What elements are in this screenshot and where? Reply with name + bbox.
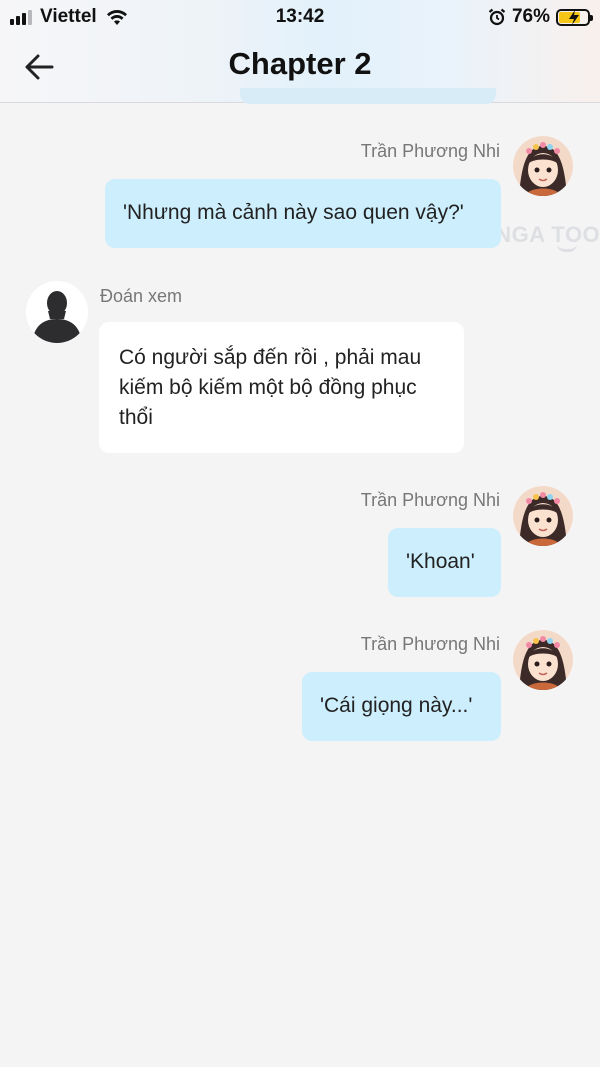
battery-icon bbox=[556, 8, 593, 26]
message-bubble[interactable]: 'Cái giọng này...' bbox=[302, 672, 501, 741]
sender-name: Đoán xem bbox=[100, 286, 183, 306]
page-title: Chapter 2 bbox=[228, 46, 372, 81]
sender-name: Trần Phương Nhi bbox=[360, 634, 500, 654]
alarm-icon bbox=[488, 8, 506, 26]
watermark-smile-icon bbox=[557, 244, 577, 252]
girl-avatar[interactable] bbox=[513, 136, 573, 196]
message-bubble[interactable]: 'Khoan' bbox=[388, 528, 501, 597]
navigation-bar: Chapter 2 bbox=[0, 36, 600, 98]
status-bar: Viettel 13:42 76% bbox=[0, 0, 600, 34]
girl-avatar[interactable] bbox=[513, 486, 573, 546]
sender-name: Trần Phương Nhi bbox=[360, 490, 500, 510]
silhouette-avatar[interactable] bbox=[26, 281, 88, 343]
message-bubble[interactable]: 'Nhưng mà cảnh này sao quen vậy?' bbox=[105, 179, 501, 248]
status-right: 76% bbox=[488, 6, 593, 28]
girl-avatar[interactable] bbox=[513, 630, 573, 690]
sender-name: Trần Phương Nhi bbox=[360, 141, 500, 161]
message-bubble[interactable]: Có người sắp đến rồi , phải mau kiếm bộ … bbox=[99, 322, 464, 453]
battery-percent: 76% bbox=[511, 6, 550, 27]
